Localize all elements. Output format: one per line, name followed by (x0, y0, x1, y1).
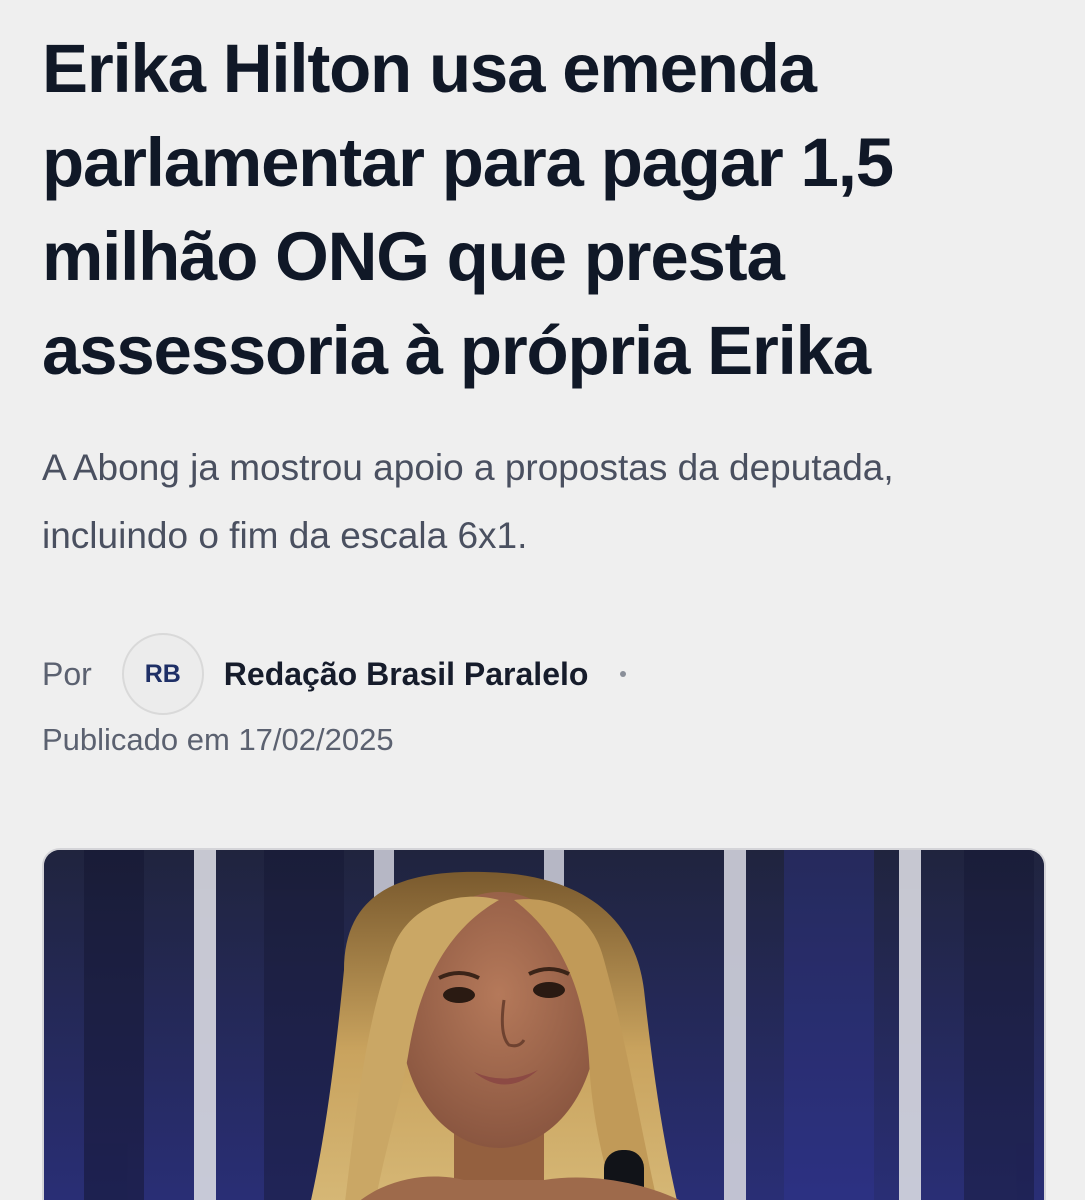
avatar-initials: RB (144, 659, 181, 688)
byline: Por RB Redação Brasil Paralelo (42, 632, 627, 716)
author-avatar[interactable]: RB (121, 633, 204, 715)
author-name-link[interactable]: Redação Brasil Paralelo (224, 656, 589, 693)
article-subtitle: A Abong ja mostrou apoio a propostas da … (42, 447, 894, 556)
article-headline: Erika Hilton usa emenda parlamentar para… (42, 30, 894, 389)
byline-prefix: Por (42, 655, 92, 692)
article: Erika Hilton usa emenda parlamentar para… (42, 22, 1042, 757)
hero-image[interactable] (42, 848, 1046, 1200)
separator-dot-icon (620, 671, 627, 677)
published-date: Publicado em 17/02/2025 (42, 722, 394, 757)
hero-photo-illustration (44, 850, 1044, 1200)
